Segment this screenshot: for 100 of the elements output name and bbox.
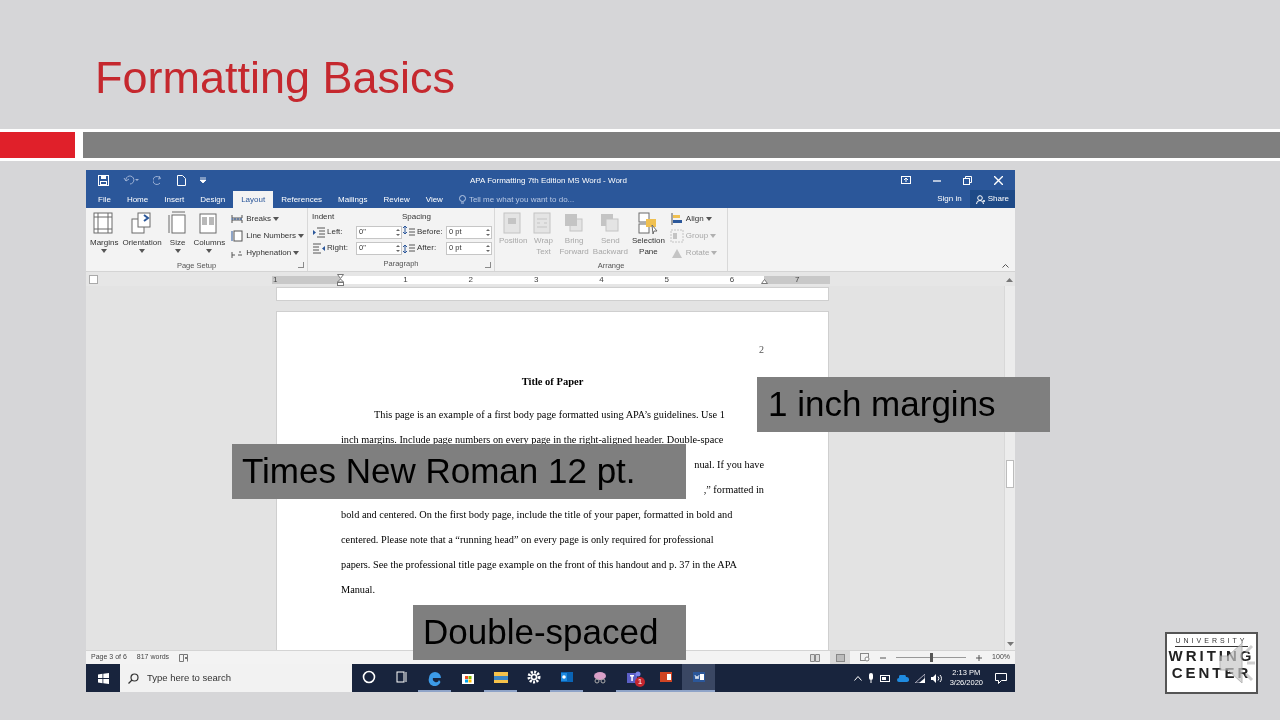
scroll-up-icon[interactable] xyxy=(1006,277,1013,282)
field-label: Left: xyxy=(327,226,344,238)
breaks-icon xyxy=(230,212,245,226)
paper-title: Title of Paper xyxy=(521,375,584,389)
caret-icon xyxy=(705,217,712,221)
line-numbers-icon xyxy=(230,229,245,243)
ruler-number: 1 xyxy=(403,275,408,285)
field-label: Right: xyxy=(327,242,349,254)
slide-title: Formatting Basics xyxy=(95,51,457,105)
spacing-after-icon xyxy=(402,241,416,255)
ribbon-tab[interactable]: Home xyxy=(118,191,157,208)
ribbon-button[interactable]: Line Numbers xyxy=(230,229,304,243)
windows-icon xyxy=(97,672,109,684)
paragraph-line: bold and centered. On the first body page, include the title of your paper, formatted in bold and xyxy=(341,509,733,520)
read-mode-icon[interactable] xyxy=(810,653,821,662)
field-label: Before: xyxy=(417,226,444,238)
chevron-up-icon[interactable] xyxy=(853,675,862,681)
zoom-in-icon[interactable] xyxy=(976,654,983,661)
group-icon xyxy=(669,229,684,243)
paragraph-line: ,” formatted in xyxy=(703,483,764,497)
paragraph-line: papers. See the professional title page example on the front of this handout and p. 37 in the APA xyxy=(341,559,737,570)
taskbar-app[interactable] xyxy=(682,664,715,692)
person-icon xyxy=(975,194,985,204)
zoom-thumb[interactable] xyxy=(929,653,933,662)
ribbon-tab[interactable]: View xyxy=(417,191,451,208)
ribbon-tab[interactable]: Insert xyxy=(156,191,193,208)
paragraph-line: This page is an example of a first body page formatted using APA’s guidelines. Use 1 xyxy=(374,409,725,420)
align-icon xyxy=(669,212,684,226)
ribbon-tab[interactable]: Review xyxy=(375,191,418,208)
ribbon-button[interactable]: Selection Pane xyxy=(629,211,667,260)
ribbon-button[interactable]: Size xyxy=(163,211,192,260)
restore-icon[interactable] xyxy=(963,175,972,185)
ruler-number: 2 xyxy=(468,275,474,285)
callout-label: 1 inch margins xyxy=(757,377,1050,432)
indent-marker-icon[interactable] xyxy=(337,274,344,286)
taskbar-search-field[interactable]: Type here to search xyxy=(120,664,352,692)
close-icon[interactable] xyxy=(994,175,1003,185)
ruler-number: 3 xyxy=(533,275,539,285)
right-indent-icon[interactable] xyxy=(761,279,768,284)
caret-icon xyxy=(139,249,145,253)
lightbulb-icon xyxy=(458,195,466,204)
caret-icon xyxy=(293,251,300,255)
ruler-number: 4 xyxy=(599,275,604,285)
paragraph-line: nual. If you have xyxy=(694,458,764,472)
speaker-icon[interactable] xyxy=(930,673,942,683)
caret-icon xyxy=(298,234,304,238)
ribbon-button[interactable]: Hyphenation xyxy=(230,246,304,260)
undo-icon[interactable] xyxy=(123,175,139,185)
ruler-number: 1 xyxy=(273,275,278,285)
caret-icon xyxy=(710,234,717,238)
caret-icon xyxy=(273,217,280,221)
cloud-icon[interactable] xyxy=(896,674,909,682)
save-icon[interactable] xyxy=(98,174,109,186)
spinner-icon[interactable] xyxy=(486,227,490,237)
customize-icon[interactable] xyxy=(200,176,206,184)
paragraph-line: centered. Please note that a “running head” on every page is only required for professional xyxy=(341,534,714,545)
caret-icon xyxy=(101,249,108,253)
ribbon-tab[interactable]: Layout xyxy=(233,191,274,208)
notification-badge: 1 xyxy=(635,677,645,687)
share-button[interactable]: Share xyxy=(969,190,1015,208)
spinner-icon[interactable] xyxy=(396,227,400,237)
ribbon-button[interactable]: Orientation xyxy=(120,211,164,260)
ribbon-tab[interactable]: References xyxy=(273,191,331,208)
proofing-icon[interactable] xyxy=(179,653,190,662)
indent-left-icon xyxy=(312,225,326,239)
sign-in-link[interactable]: Sign in xyxy=(929,193,970,205)
ribbon-tab[interactable]: File xyxy=(90,191,119,208)
ribbon-button[interactable]: Columns xyxy=(191,211,228,260)
redo-icon[interactable] xyxy=(153,175,163,185)
search-icon xyxy=(128,672,139,684)
pages-icon xyxy=(130,211,154,235)
ribbon-tab[interactable]: Design xyxy=(192,191,234,208)
spacing-before-icon xyxy=(402,225,416,239)
field-label: After: xyxy=(417,242,438,254)
battery-icon[interactable] xyxy=(879,674,891,682)
microphone-icon[interactable] xyxy=(867,673,874,683)
window-title: APA Formatting 7th Edition MS Word - Word xyxy=(470,175,627,187)
web-layout-icon[interactable] xyxy=(860,653,871,662)
scroll-thumb[interactable] xyxy=(1006,460,1014,488)
indent-label: Indent xyxy=(312,211,336,223)
scroll-down-icon[interactable] xyxy=(1006,642,1014,647)
print-layout-icon[interactable] xyxy=(830,651,851,664)
taskbar-app[interactable]: 1 xyxy=(616,664,649,692)
zoom-slider[interactable] xyxy=(896,653,967,662)
dialog-launcher-icon[interactable] xyxy=(298,262,304,268)
spinner-icon[interactable] xyxy=(396,243,400,253)
ribbon-tab[interactable]: Mailings xyxy=(330,191,376,208)
callout-label: Double-spaced xyxy=(413,605,686,660)
tell-me-field[interactable]: Tell me what you want to do... xyxy=(450,191,575,208)
ribbon-display-icon[interactable] xyxy=(901,176,911,184)
paragraph-line: Manual. xyxy=(341,584,376,595)
wifi-icon[interactable] xyxy=(914,673,925,683)
collapse-ribbon-icon[interactable] xyxy=(1002,263,1009,268)
spinner-icon[interactable] xyxy=(486,243,490,253)
ribbon-button[interactable]: Align xyxy=(669,212,718,226)
dialog-launcher-icon[interactable] xyxy=(485,262,491,268)
notifications-icon[interactable] xyxy=(995,672,1007,684)
ribbon-button[interactable]: Breaks xyxy=(230,212,304,226)
new-document-icon[interactable] xyxy=(177,174,186,186)
ribbon-button[interactable]: Margins xyxy=(88,211,121,260)
